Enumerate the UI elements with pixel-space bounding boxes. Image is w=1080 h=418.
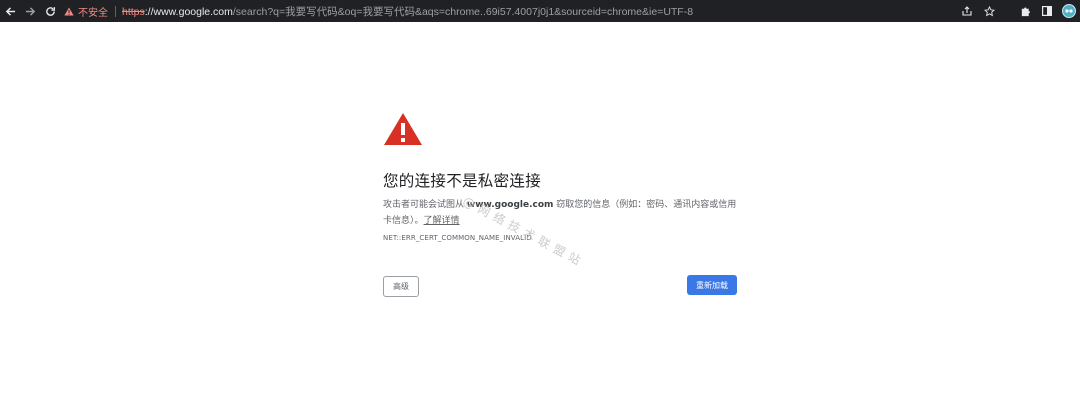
toolbar-actions xyxy=(956,0,1080,22)
back-button[interactable] xyxy=(0,0,20,22)
url-scheme: https xyxy=(122,5,145,18)
message-host: www.google.com xyxy=(466,200,554,210)
not-secure-label[interactable]: 不安全 xyxy=(78,4,108,19)
puzzle-icon xyxy=(1021,7,1030,16)
profile-button[interactable] xyxy=(1058,0,1080,22)
forward-button[interactable] xyxy=(20,0,40,22)
share-icon xyxy=(962,6,972,16)
warning-triangle-icon[interactable] xyxy=(64,7,74,16)
side-panel-icon xyxy=(1042,6,1052,16)
message-text-1: 攻击者可能会试图从 xyxy=(383,200,467,210)
avatar-face-icon xyxy=(1065,9,1073,13)
avatar xyxy=(1062,4,1076,18)
url-path: /search?q=我要写代码&oq=我要写代码&aqs=chrome..69i… xyxy=(232,5,694,18)
star-icon xyxy=(983,5,995,16)
learn-more-link[interactable]: 了解详情 xyxy=(424,216,460,226)
reload-button[interactable] xyxy=(40,0,60,22)
advanced-button[interactable]: 高级 xyxy=(383,276,419,297)
side-panel-button[interactable] xyxy=(1036,0,1058,22)
extensions-button[interactable] xyxy=(1014,0,1036,22)
arrow-left-icon xyxy=(5,6,15,16)
url-host: ://www.google.com xyxy=(144,5,233,18)
reload-icon xyxy=(45,6,55,16)
url-text[interactable]: https://www.google.com/search?q=我要写代码&oq… xyxy=(122,4,693,19)
error-code: NET::ERR_CERT_COMMON_NAME_INVALID xyxy=(383,234,532,242)
reload-page-button[interactable]: 重新加载 xyxy=(687,275,737,295)
bookmark-button[interactable] xyxy=(978,0,1000,22)
share-button[interactable] xyxy=(956,0,978,22)
arrow-right-icon xyxy=(25,6,35,16)
browser-toolbar: 不安全 https://www.google.com/search?q=我要写代… xyxy=(0,0,1080,22)
danger-warning-icon xyxy=(384,113,422,145)
main-message: 攻击者可能会试图从 www.google.com 窃取您的信息（例如：密码、通讯… xyxy=(383,197,739,229)
page-title: 您的连接不是私密连接 xyxy=(383,172,542,190)
address-bar[interactable]: 不安全 https://www.google.com/search?q=我要写代… xyxy=(58,2,963,20)
omnibox-divider xyxy=(115,5,116,17)
